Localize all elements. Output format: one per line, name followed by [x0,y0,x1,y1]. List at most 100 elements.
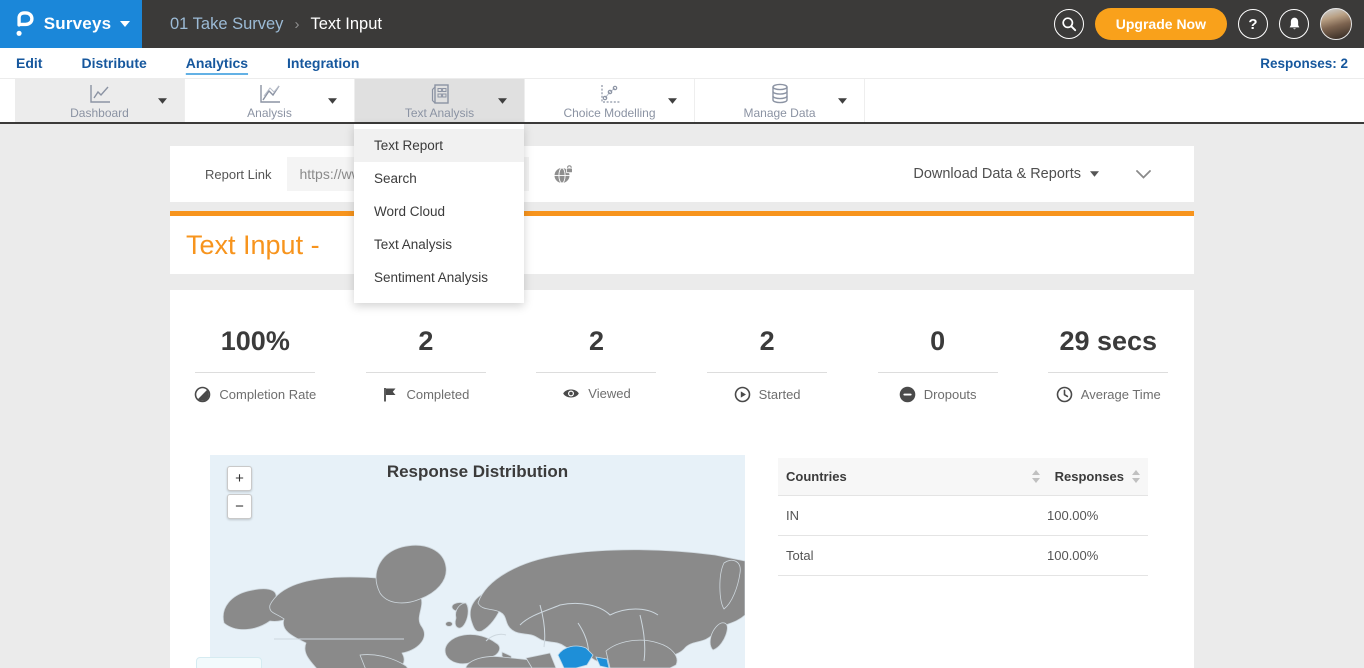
stat-viewed: 2 Viewed [511,328,682,403]
top-bar: Surveys 01 Take Survey › Text Input Upgr… [0,0,1364,48]
country-cell: Total [786,548,1032,563]
caret-down-icon[interactable] [668,98,677,104]
question-mark-icon: ? [1248,16,1257,33]
sort-icon[interactable] [1032,470,1040,483]
table-header-row: Countries Responses [778,458,1148,496]
responses-count[interactable]: Responses: 2 [1260,56,1348,71]
caret-down-icon[interactable] [158,98,167,104]
tab-label: Text Analysis [405,106,474,120]
caret-down-icon [1090,171,1099,177]
stat-average-time: 29 secs Average Time [1023,328,1194,403]
minus-circle-icon [899,386,916,403]
nav-item-integration[interactable]: Integration [287,53,359,73]
responses-cell: 100.00% [1047,548,1140,563]
database-icon [767,83,793,105]
stat-started: 2 Started [682,328,853,403]
stat-label: Completed [406,387,469,402]
stat-dropouts: 0 Dropouts [852,328,1023,403]
question-title-card: Text Input - [170,216,1194,274]
nav-item-distribute[interactable]: Distribute [81,53,146,73]
search-button[interactable] [1054,9,1084,39]
stat-value: 2 [511,328,682,355]
app-root: Surveys 01 Take Survey › Text Input Upgr… [0,0,1364,668]
tab-text-analysis[interactable]: Text Analysis [355,79,525,123]
breadcrumb: 01 Take Survey › Text Input [170,15,382,34]
stat-divider [707,372,827,373]
stat-label: Completion Rate [219,387,316,402]
tab-dashboard[interactable]: Dashboard [15,79,185,123]
tab-label: Dashboard [70,106,129,120]
menu-item-text-analysis[interactable]: Text Analysis [354,228,524,261]
scatter-chart-icon [597,83,623,105]
stat-completed: 2 Completed [341,328,512,403]
share-privacy-button[interactable] [553,165,573,184]
country-cell: IN [786,508,1032,523]
tab-manage-data[interactable]: Manage Data [695,79,865,123]
tab-analysis[interactable]: Analysis [185,79,355,123]
breadcrumb-survey-link[interactable]: 01 Take Survey [170,15,283,34]
upgrade-now-button[interactable]: Upgrade Now [1095,8,1227,40]
breadcrumb-current-page: Text Input [310,15,382,34]
download-data-reports-menu[interactable]: Download Data & Reports [913,166,1099,182]
responses-cell: 100.00% [1047,508,1140,523]
stat-divider [1048,372,1168,373]
toolbar-divider [0,122,1364,124]
nav-item-edit[interactable]: Edit [16,53,42,73]
clock-icon [1056,386,1073,403]
half-circle-icon [194,386,211,403]
chevron-down-icon [1135,169,1152,180]
download-label: Download Data & Reports [913,166,1081,182]
stat-divider [878,372,998,373]
caret-down-icon[interactable] [498,98,507,104]
tab-label: Manage Data [743,106,815,120]
search-icon [1061,16,1077,32]
column-header-responses[interactable]: Responses [1055,469,1124,484]
notifications-button[interactable] [1279,9,1309,39]
collapse-panel-button[interactable] [1135,169,1152,180]
menu-item-text-report[interactable]: Text Report [354,129,524,162]
chevron-down-icon [120,21,130,27]
map-attribution-partial [196,657,262,668]
stat-completion-rate: 100% Completion Rate [170,328,341,403]
table-row: IN 100.00% [778,496,1148,536]
flag-icon [382,386,398,403]
help-button[interactable]: ? [1238,9,1268,39]
analytics-toolbar: Dashboard Analysis Text Analysis [0,78,1364,122]
stat-value: 100% [170,328,341,355]
world-map[interactable] [210,455,745,668]
stat-label: Average Time [1081,387,1161,402]
survey-nav: Edit Distribute Analytics Integration Re… [0,48,1364,78]
map-title: Response Distribution [210,462,745,482]
stat-value: 2 [341,328,512,355]
breadcrumb-separator: › [294,16,299,33]
tab-choice-modelling[interactable]: Choice Modelling [525,79,695,123]
stat-label: Started [759,387,801,402]
column-header-countries[interactable]: Countries [786,469,847,484]
page-title: Text Input - [186,230,320,261]
user-avatar[interactable] [1320,8,1352,40]
report-icon [427,83,453,105]
caret-down-icon[interactable] [838,98,847,104]
area-chart-icon [257,83,283,105]
stats-row: 100% Completion Rate 2 [170,290,1194,403]
stat-value: 2 [682,328,853,355]
nav-item-analytics[interactable]: Analytics [186,53,248,73]
table-row-total: Total 100.00% [778,536,1148,576]
stat-divider [366,372,486,373]
line-chart-icon [87,83,113,105]
map-zoom-in-button[interactable]: + [227,466,252,491]
stat-divider [536,372,656,373]
brand-logo[interactable]: Surveys [0,0,142,48]
menu-item-search[interactable]: Search [354,162,524,195]
text-analysis-dropdown: Text Report Search Word Cloud Text Analy… [354,124,524,303]
response-distribution-map[interactable]: Response Distribution + − [210,455,745,668]
map-zoom-out-button[interactable]: − [227,494,252,519]
stat-value: 29 secs [1023,328,1194,355]
stat-label: Viewed [588,386,630,401]
sort-icon[interactable] [1132,470,1140,483]
stat-label: Dropouts [924,387,977,402]
menu-item-sentiment-analysis[interactable]: Sentiment Analysis [354,261,524,294]
caret-down-icon[interactable] [328,98,337,104]
eye-icon [562,387,580,400]
menu-item-word-cloud[interactable]: Word Cloud [354,195,524,228]
